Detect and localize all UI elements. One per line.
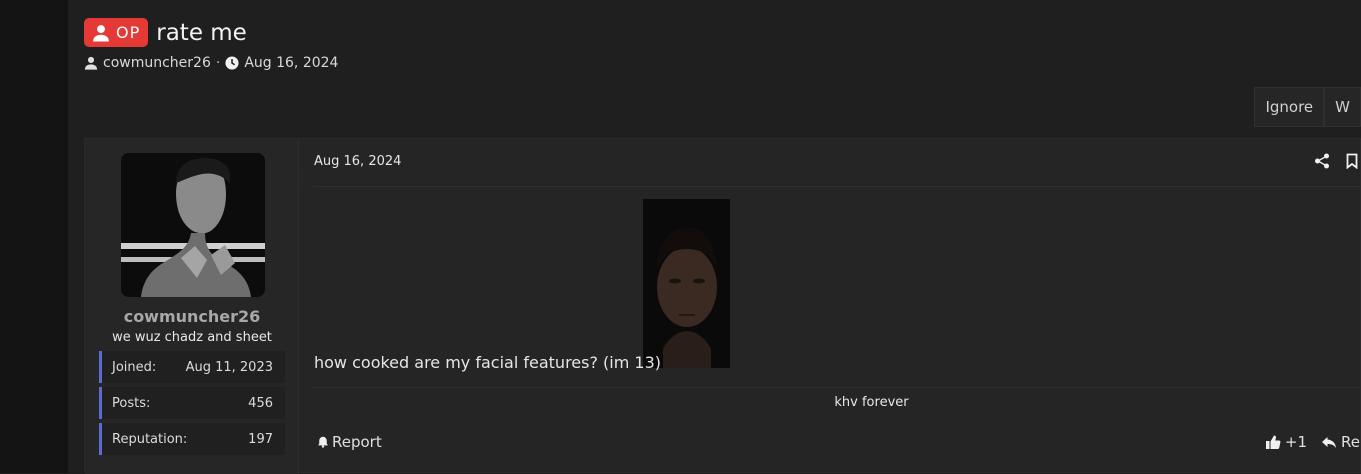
bell-icon xyxy=(318,436,328,448)
thread-author-link[interactable]: cowmuncher26 xyxy=(103,55,211,71)
post-image[interactable] xyxy=(643,199,730,368)
thread-header: OP rate me xyxy=(84,18,247,47)
report-label: Report xyxy=(332,433,382,451)
report-button[interactable]: Report xyxy=(317,433,382,451)
stat-row-joined: Joined: Aug 11, 2023 xyxy=(99,351,285,383)
stat-label: Posts: xyxy=(112,395,151,411)
stat-value: 197 xyxy=(248,431,273,447)
post-tools xyxy=(1314,153,1360,169)
ignore-button[interactable]: Ignore xyxy=(1254,87,1325,127)
thread-meta: cowmuncher26 · Aug 16, 2024 xyxy=(84,55,338,71)
thread-date-link[interactable]: Aug 16, 2024 xyxy=(244,55,338,71)
meta-separator: · xyxy=(215,55,221,71)
reply-label: Re xyxy=(1341,433,1360,451)
signature-divider xyxy=(313,387,1360,388)
post-reactions: +1 Re xyxy=(1265,433,1360,451)
like-button[interactable]: +1 xyxy=(1265,433,1307,451)
stat-label: Reputation: xyxy=(112,431,188,447)
post-body-text: how cooked are my facial features? (im 1… xyxy=(314,353,662,372)
stat-value: 456 xyxy=(248,395,273,411)
thread-actions: Ignore W xyxy=(1254,87,1361,127)
user-icon xyxy=(84,56,98,70)
thread-page: OP rate me cowmuncher26 · Aug 16, 2024 I… xyxy=(68,0,1361,474)
clock-icon xyxy=(225,56,239,70)
post-signature: khv forever xyxy=(834,395,909,410)
stat-value: Aug 11, 2023 xyxy=(185,359,273,375)
thumbs-up-icon xyxy=(1265,435,1281,449)
reply-icon xyxy=(1322,437,1337,448)
user-title: we wuz chadz and sheet xyxy=(112,330,272,345)
stat-row-reputation: Reputation: 197 xyxy=(99,423,285,455)
post-username[interactable]: cowmuncher26 xyxy=(85,307,299,326)
divider xyxy=(313,186,1360,187)
post-date-link[interactable]: Aug 16, 2024 xyxy=(314,154,401,169)
post: cowmuncher26 we wuz chadz and sheet Join… xyxy=(84,138,1361,474)
user-icon xyxy=(93,24,109,41)
left-gutter xyxy=(0,0,68,473)
stat-row-posts: Posts: 456 xyxy=(99,387,285,419)
reaction-count: +1 xyxy=(1284,433,1308,451)
post-user-panel: cowmuncher26 we wuz chadz and sheet Join… xyxy=(85,139,299,474)
post-content: Aug 16, 2024 how cooked are my facial fe… xyxy=(313,139,1360,474)
op-badge-label: OP xyxy=(116,23,141,42)
stat-label: Joined: xyxy=(112,359,157,375)
op-badge: OP xyxy=(84,18,149,47)
bookmark-icon[interactable] xyxy=(1344,153,1360,169)
watch-button[interactable]: W xyxy=(1324,87,1361,127)
share-icon[interactable] xyxy=(1314,153,1330,169)
reply-button[interactable]: Re xyxy=(1321,433,1360,451)
avatar[interactable] xyxy=(121,153,265,297)
user-stats: Joined: Aug 11, 2023 Posts: 456 Reputati… xyxy=(99,351,285,459)
user-panel-arrow xyxy=(299,169,309,189)
thread-title: rate me xyxy=(156,19,247,46)
